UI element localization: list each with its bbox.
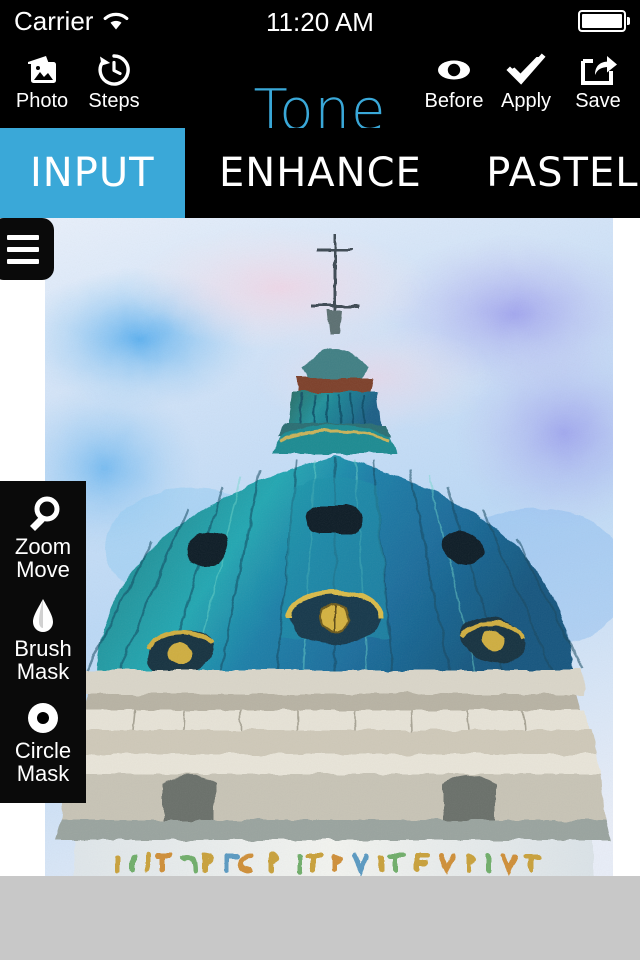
droplet-icon bbox=[27, 595, 59, 637]
circle-donut-icon bbox=[23, 697, 63, 739]
hamburger-menu-icon[interactable] bbox=[0, 218, 54, 280]
before-button[interactable]: Before bbox=[418, 44, 490, 113]
share-export-icon bbox=[578, 50, 618, 90]
tool-zoom-move-line1: Zoom bbox=[14, 534, 72, 559]
tab-input[interactable]: INPUT bbox=[0, 128, 185, 218]
before-button-label: Before bbox=[424, 90, 484, 112]
tool-brush-mask-line1: Brush bbox=[14, 636, 72, 661]
apply-button-label: Apply bbox=[500, 90, 552, 112]
status-bar: Carrier 11:20 AM bbox=[0, 0, 640, 44]
effect-tab-strip[interactable]: INPUT ENHANCE PASTEL T bbox=[0, 128, 640, 218]
tool-zoom-move[interactable]: Zoom Move bbox=[0, 487, 86, 589]
tool-brush-mask-line2: Mask bbox=[16, 659, 70, 684]
apply-button[interactable]: Apply bbox=[490, 44, 562, 113]
edited-photo[interactable] bbox=[45, 218, 613, 960]
checkmark-icon bbox=[505, 50, 547, 90]
canvas-bottom-band bbox=[0, 876, 640, 960]
save-button-label: Save bbox=[575, 90, 621, 112]
image-canvas[interactable] bbox=[0, 218, 640, 960]
tab-pastel[interactable]: PASTEL bbox=[456, 128, 640, 218]
tab-enhance[interactable]: ENHANCE bbox=[189, 128, 452, 218]
tool-circle-mask-line2: Mask bbox=[16, 761, 70, 786]
clock-label: 11:20 AM bbox=[266, 7, 374, 37]
tool-circle-mask[interactable]: Circle Mask bbox=[0, 691, 86, 793]
top-toolbar: Photo Steps Tone Before Apply Save bbox=[0, 44, 640, 140]
battery-full-icon bbox=[578, 10, 626, 32]
tool-panel: Zoom Move Brush Mask Circle Mask bbox=[0, 481, 86, 803]
app-root: Carrier 11:20 AM Photo Steps Tone Before… bbox=[0, 0, 640, 960]
tool-zoom-move-line2: Move bbox=[16, 557, 70, 582]
eye-icon bbox=[433, 50, 475, 90]
toolbar-right-group: Before Apply Save bbox=[418, 44, 634, 128]
tool-brush-mask[interactable]: Brush Mask bbox=[0, 589, 86, 691]
status-bar-right bbox=[578, 10, 630, 32]
tool-circle-mask-line1: Circle bbox=[14, 738, 72, 763]
save-button[interactable]: Save bbox=[562, 44, 634, 113]
magnifier-icon bbox=[23, 493, 63, 535]
